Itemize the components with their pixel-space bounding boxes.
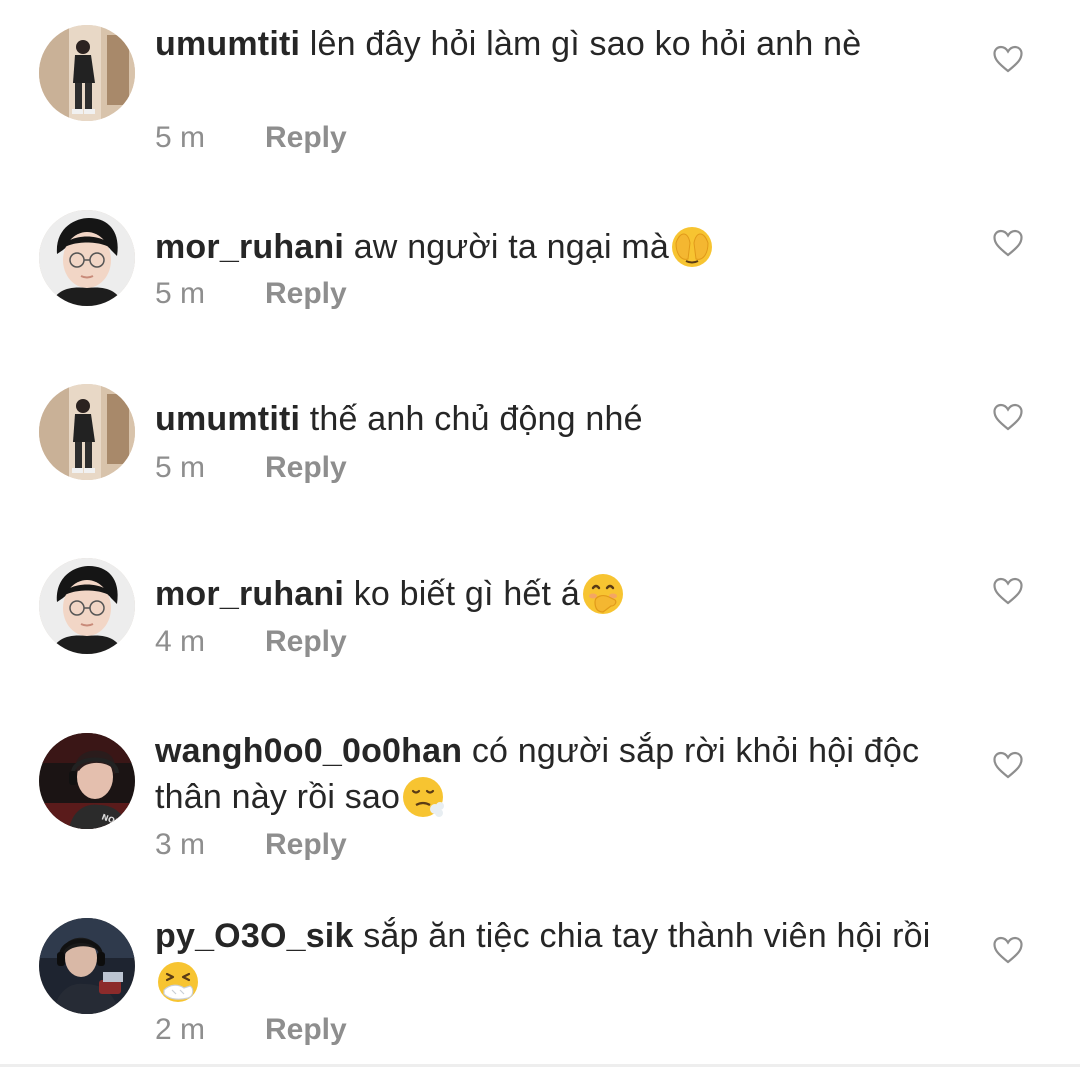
avatar[interactable]	[39, 384, 135, 480]
face-with-hand-over-mouth-emoji-icon	[581, 571, 627, 617]
avatar[interactable]	[39, 210, 135, 306]
comment-meta: 3 m Reply	[155, 827, 347, 863]
comment-username[interactable]: mor_ruhani	[155, 228, 344, 266]
comment-text: wangh0o0_0o0han có người sắp rời khỏi hộ…	[155, 728, 945, 820]
avatar[interactable]: NONGSH	[39, 733, 135, 829]
heart-icon[interactable]	[992, 228, 1024, 258]
avatar[interactable]	[39, 918, 135, 1014]
comment-text: umumtiti lên đây hỏi làm gì sao ko hỏi a…	[155, 21, 945, 67]
comment-text: py_O3O_sik sắp ăn tiệc chia tay thành vi…	[155, 913, 945, 1005]
comment-username[interactable]: wangh0o0_0o0han	[155, 732, 462, 770]
sneezing-face-emoji-icon	[156, 959, 202, 1005]
comment-time: 5 m	[155, 451, 206, 484]
avatar[interactable]	[39, 25, 135, 121]
comment-body: ko biết gì hết á	[344, 575, 580, 613]
comment-body: lên đây hỏi làm gì sao ko hỏi anh nè	[300, 25, 862, 63]
avatar-photo-mirror-selfie	[39, 25, 135, 121]
heart-icon[interactable]	[992, 576, 1024, 606]
face-with-peeking-eye-emoji-icon	[670, 224, 716, 270]
comment-meta: 5 m Reply	[155, 120, 347, 156]
comment-time: 3 m	[155, 828, 206, 861]
reply-button[interactable]: Reply	[265, 624, 347, 660]
heart-icon[interactable]	[992, 402, 1024, 432]
comment-username[interactable]: umumtiti	[155, 400, 300, 438]
comment-time: 2 m	[155, 1013, 206, 1046]
comment-text: mor_ruhani aw người ta ngại mà	[155, 224, 945, 270]
reply-button[interactable]: Reply	[265, 1012, 347, 1048]
comment-time: 5 m	[155, 277, 206, 310]
comment-text: mor_ruhani ko biết gì hết á	[155, 571, 945, 617]
comment-username[interactable]: umumtiti	[155, 25, 300, 63]
heart-icon[interactable]	[992, 935, 1024, 965]
comment-meta: 5 m Reply	[155, 276, 347, 312]
comment-body: thế anh chủ động nhé	[300, 400, 643, 438]
face-exhaling-emoji-icon	[401, 774, 447, 820]
comment-meta: 4 m Reply	[155, 624, 347, 660]
reply-button[interactable]: Reply	[265, 827, 347, 863]
comment-body: aw người ta ngại mà	[344, 228, 670, 266]
comment-time: 4 m	[155, 625, 206, 658]
comment-text: umumtiti thế anh chủ động nhé	[155, 396, 945, 442]
comment-time: 5 m	[155, 121, 206, 154]
avatar-photo-headset-red: NONGSH	[39, 733, 135, 829]
comment-username[interactable]: py_O3O_sik	[155, 917, 354, 955]
avatar-photo-boy-glasses	[39, 210, 135, 306]
comment-meta: 5 m Reply	[155, 450, 347, 486]
reply-button[interactable]: Reply	[265, 450, 347, 486]
heart-icon[interactable]	[992, 44, 1024, 74]
avatar[interactable]	[39, 558, 135, 654]
comment-username[interactable]: mor_ruhani	[155, 575, 344, 613]
comment-body: sắp ăn tiệc chia tay thành viên hội rồi	[353, 917, 931, 955]
heart-icon[interactable]	[992, 750, 1024, 780]
reply-button[interactable]: Reply	[265, 120, 347, 156]
reply-button[interactable]: Reply	[265, 276, 347, 312]
comment-meta: 2 m Reply	[155, 1012, 347, 1048]
avatar-photo-headset-dark	[39, 918, 135, 1014]
avatar-photo-boy-glasses	[39, 558, 135, 654]
avatar-photo-mirror-selfie	[39, 384, 135, 480]
